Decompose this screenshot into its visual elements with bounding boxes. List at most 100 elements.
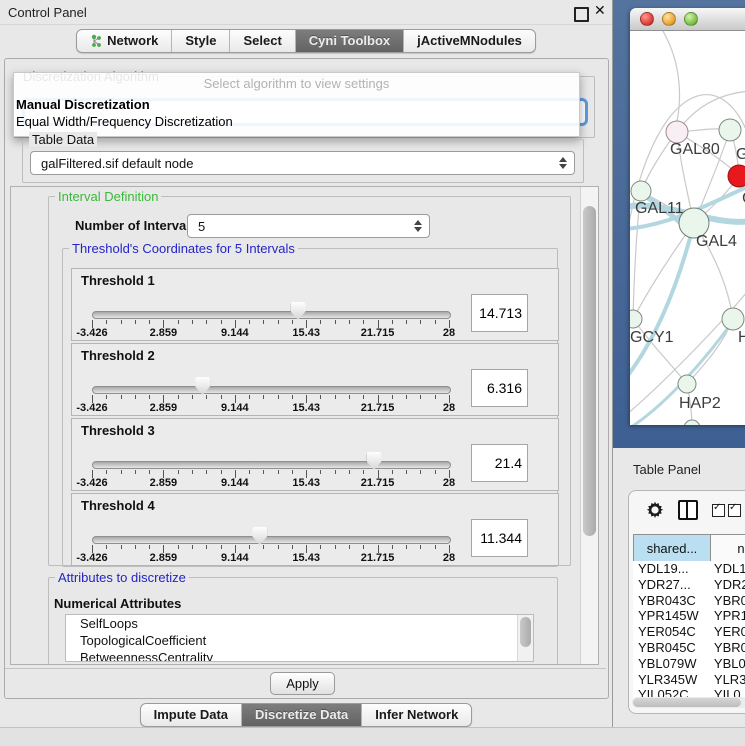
network-node-gcy1[interactable] xyxy=(630,310,642,328)
network-window-titlebar[interactable] xyxy=(630,8,745,31)
maximize-window-icon[interactable] xyxy=(684,12,698,26)
network-node-g[interactable] xyxy=(719,119,741,141)
tab-label: jActiveMNodules xyxy=(417,33,522,48)
network-nodes[interactable]: GAL80GCGAL11GAL4GCY1HHAP2 xyxy=(630,119,745,425)
table-horizontal-scrollbar[interactable] xyxy=(632,697,745,708)
cell-shared-name[interactable]: YER054C xyxy=(633,624,710,640)
threshold-value-field[interactable] xyxy=(471,369,528,407)
table-row[interactable]: YER054CYER0 xyxy=(633,624,745,640)
tab-jactivemnodules[interactable]: jActiveMNodules xyxy=(403,30,535,52)
slider-tick xyxy=(349,545,350,549)
cell-name[interactable]: YDL1 xyxy=(710,561,745,577)
dropdown-option-equal-width-frequency-discretization[interactable]: Equal Width/Frequency Discretization xyxy=(14,113,579,130)
node-label: GCY1 xyxy=(630,329,674,346)
cell-name[interactable]: YPR1 xyxy=(710,608,745,624)
network-node-gal11[interactable] xyxy=(631,181,651,201)
minimize-window-icon[interactable] xyxy=(662,12,676,26)
network-node-h[interactable] xyxy=(722,308,744,330)
checkbox-icon[interactable] xyxy=(728,504,741,517)
attributes-list-scrollbar[interactable] xyxy=(517,615,533,661)
table-toolbar xyxy=(629,491,745,529)
cell-shared-name[interactable]: YBL079W xyxy=(633,656,710,672)
network-canvas[interactable]: GAL80GCGAL11GAL4GCY1HHAP2 xyxy=(630,31,745,425)
cell-name[interactable]: YLR3 xyxy=(710,672,745,688)
num-intervals-combobox[interactable]: 5 xyxy=(187,214,430,238)
tab-network[interactable]: Network xyxy=(77,30,171,52)
table-row[interactable]: YDR27...YDR2 xyxy=(633,577,745,593)
slider-tick xyxy=(420,545,421,549)
cell-name[interactable]: YBR0 xyxy=(710,640,745,656)
cell-name[interactable]: YBL0 xyxy=(710,656,745,672)
slider-tick-label: 21.715 xyxy=(361,552,395,564)
scrollbar-thumb[interactable] xyxy=(633,698,741,707)
tab-discretize-data[interactable]: Discretize Data xyxy=(241,704,361,726)
close-window-icon[interactable] xyxy=(640,12,654,26)
network-node-gal80[interactable] xyxy=(666,121,688,143)
slider-tick xyxy=(320,395,321,399)
cell-shared-name[interactable]: YDL19... xyxy=(633,561,710,577)
column-header-shared-name[interactable]: shared... xyxy=(633,534,711,562)
show-columns-icon[interactable] xyxy=(678,500,698,520)
tab-impute-data[interactable]: Impute Data xyxy=(141,704,241,726)
tab-style[interactable]: Style xyxy=(171,30,229,52)
slider-tick-label: 28 xyxy=(443,552,455,564)
table-row[interactable]: YDL19...YDL1 xyxy=(633,561,745,577)
attribute-item[interactable]: TopologicalCoefficient xyxy=(66,632,533,649)
table-row[interactable]: YBR045CYBR0 xyxy=(633,640,745,656)
checkbox-icon[interactable] xyxy=(712,504,725,517)
combo-arrows-icon xyxy=(414,220,422,232)
cell-shared-name[interactable]: YDR27... xyxy=(633,577,710,593)
table-row[interactable]: YPR145WYPR1 xyxy=(633,608,745,624)
cell-shared-name[interactable]: YPR145W xyxy=(633,608,710,624)
settings-vertical-scrollbar[interactable] xyxy=(580,187,598,664)
float-panel-icon[interactable] xyxy=(574,7,589,22)
slider-tick xyxy=(121,545,122,549)
numerical-attributes-label: Numerical Attributes xyxy=(54,596,181,611)
table-row[interactable]: YLR345WYLR3 xyxy=(633,672,745,688)
cell-name[interactable]: YDR2 xyxy=(710,577,745,593)
network-node-hap2[interactable] xyxy=(678,375,696,393)
cell-shared-name[interactable]: YBR045C xyxy=(633,640,710,656)
cell-shared-name[interactable]: YLR345W xyxy=(633,672,710,688)
network-node[interactable] xyxy=(684,420,700,425)
network-view-window[interactable]: GAL80GCGAL11GAL4GCY1HHAP2 xyxy=(630,8,745,425)
threshold-value-field[interactable] xyxy=(471,294,528,332)
threshold-value-field[interactable] xyxy=(471,519,528,557)
attribute-item[interactable]: SelfLoops xyxy=(66,615,533,632)
slider-tick-label: 28 xyxy=(443,327,455,339)
close-panel-icon[interactable]: ✕ xyxy=(594,2,606,19)
slider-track[interactable] xyxy=(92,386,451,394)
network-node-c[interactable] xyxy=(728,165,745,187)
column-header-name[interactable]: n xyxy=(710,534,745,562)
slider-track[interactable] xyxy=(92,536,451,544)
slider-tick-label: 9.144 xyxy=(221,552,249,564)
scrollbar-thumb[interactable] xyxy=(583,206,596,536)
slider-tick xyxy=(420,320,421,324)
slider-tick xyxy=(192,395,193,399)
attributes-list[interactable]: SelfLoopsTopologicalCoefficientBetweenne… xyxy=(65,614,534,662)
apply-button[interactable]: Apply xyxy=(270,672,335,695)
cell-name[interactable]: YER0 xyxy=(710,624,745,640)
threshold-value-field[interactable] xyxy=(471,444,528,482)
divider xyxy=(5,668,606,669)
slider-tick xyxy=(392,545,393,549)
dropdown-option-manual-discretization[interactable]: Manual Discretization xyxy=(14,96,579,113)
threshold-label: Threshold 1 xyxy=(81,273,155,288)
slider-tick xyxy=(206,545,207,549)
slider-tick-label: 15.43 xyxy=(292,327,320,339)
table-row[interactable]: YBR043CYBR0 xyxy=(633,593,745,609)
table-data-combobox[interactable]: galFiltered.sif default node xyxy=(30,151,575,175)
slider-track[interactable] xyxy=(92,461,451,469)
cell-shared-name[interactable]: YBR043C xyxy=(633,593,710,609)
slider-track[interactable] xyxy=(92,311,451,319)
tab-cyni-toolbox[interactable]: Cyni Toolbox xyxy=(295,30,403,52)
slider-tick xyxy=(263,395,264,399)
tab-label: Network xyxy=(107,33,158,48)
tab-select[interactable]: Select xyxy=(229,30,294,52)
gear-icon[interactable] xyxy=(646,501,664,519)
cell-name[interactable]: YBR0 xyxy=(710,593,745,609)
attribute-item[interactable]: BetweennessCentrality xyxy=(66,649,533,662)
tab-infer-network[interactable]: Infer Network xyxy=(361,704,471,726)
slider-tick xyxy=(149,320,150,324)
table-row[interactable]: YBL079WYBL0 xyxy=(633,656,745,672)
